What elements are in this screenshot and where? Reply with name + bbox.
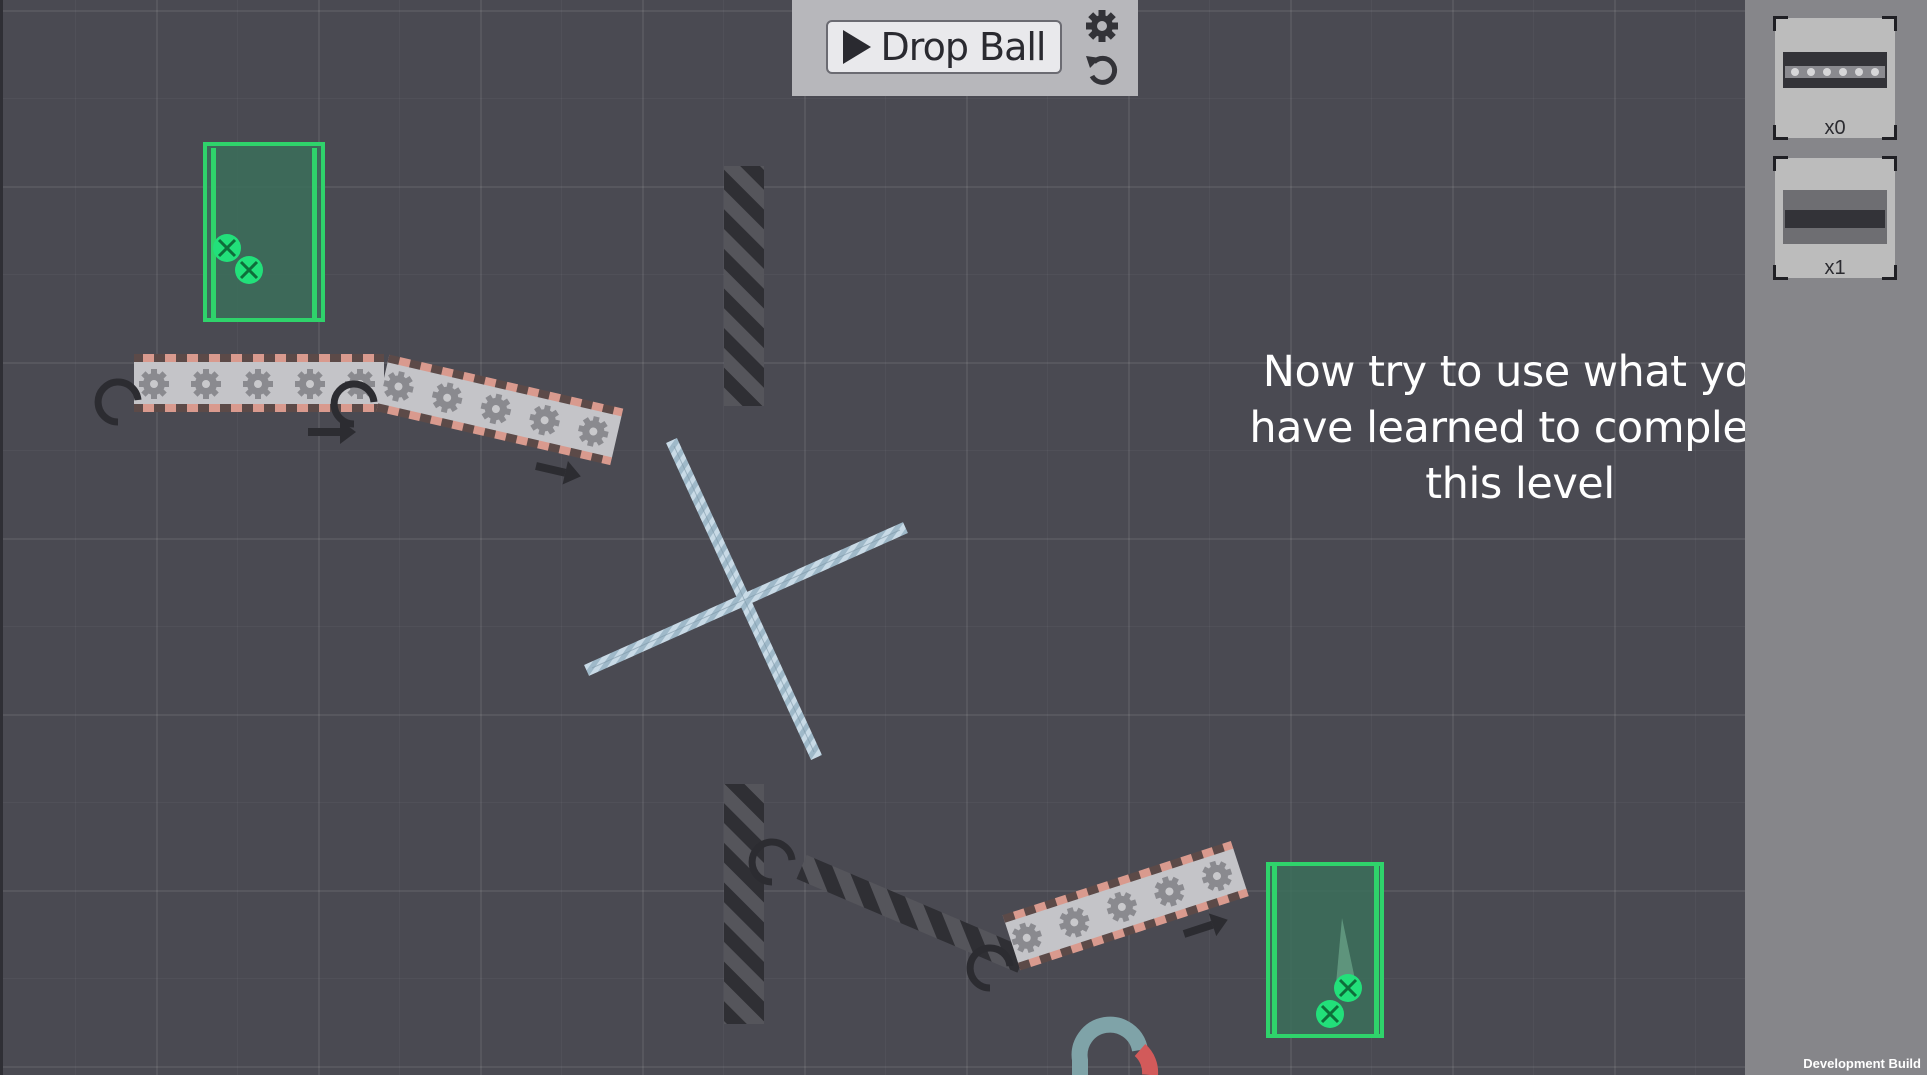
drop-ball-label: Drop Ball [880,25,1047,69]
conveyor-belt-icon [1783,52,1887,88]
inventory-slot-plank[interactable]: x1 [1773,156,1897,280]
goal-container [1266,862,1384,1038]
direction-arrows [308,420,1228,938]
left-border [0,0,3,1075]
inventory-panel: x0 x1 Development Build [1745,0,1927,1075]
slot-count: x0 [1824,117,1846,139]
conveyor-belt-2 [376,354,624,466]
conveyor-belt-3 [1002,841,1249,971]
game-board[interactable] [0,0,1927,1075]
development-build-label: Development Build [1803,1056,1921,1071]
tutorial-hint: Now try to use what you have learned to … [1249,347,1791,509]
plank-icon [1783,190,1887,244]
ball [1332,972,1364,1004]
inventory-slot-conveyor[interactable]: x0 [1773,16,1897,140]
hazard-wall-top [724,166,764,406]
hazard-wall-bottom [724,784,764,1024]
top-toolbar: Drop Ball [792,0,1138,96]
spinner-cross [584,438,908,760]
dark-plank [796,854,1028,973]
ball [211,232,243,264]
slot-count: x1 [1824,257,1846,279]
drop-ball-button[interactable]: Drop Ball [826,20,1062,74]
ball [1314,998,1346,1030]
undo-icon[interactable] [1082,50,1122,90]
play-icon [842,30,871,64]
magnet-icon [1071,1016,1159,1075]
start-container [203,142,325,322]
ball [233,254,265,286]
gear-icon[interactable] [1082,6,1122,46]
